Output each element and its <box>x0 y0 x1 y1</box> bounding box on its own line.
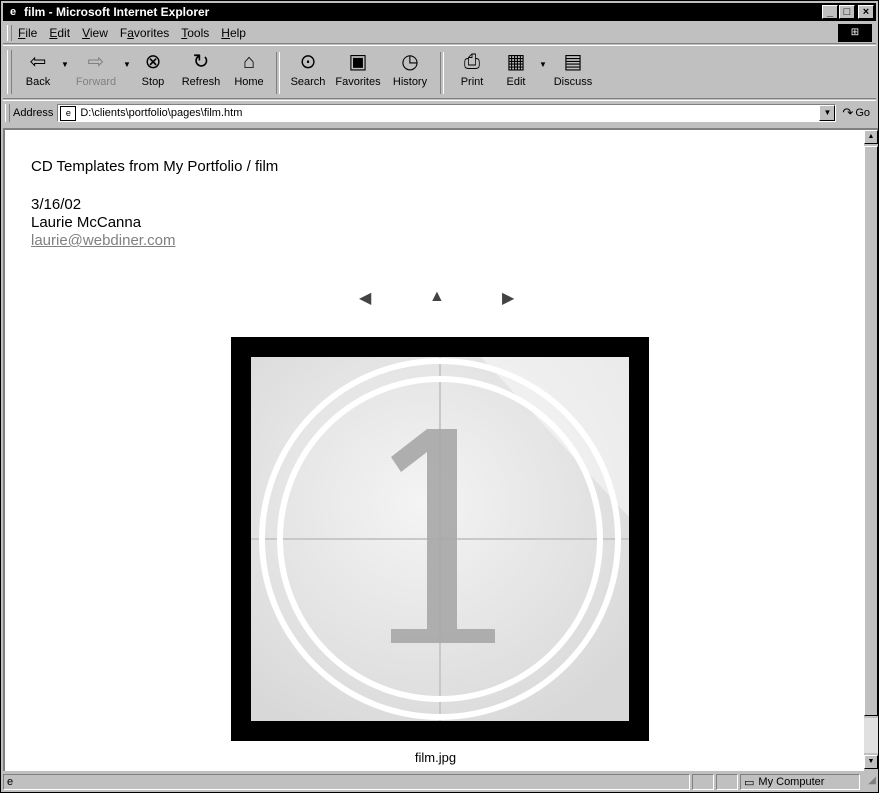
edit-dropdown-icon[interactable]: ▼ <box>538 60 548 69</box>
page-content: CD Templates from My Portfolio / film 3/… <box>3 128 864 771</box>
security-zone: ▭ My Computer <box>740 774 860 790</box>
history-button[interactable]: ◷ History <box>386 46 434 94</box>
page-heading: CD Templates from My Portfolio / film <box>31 158 279 175</box>
stop-icon: ⊗ <box>144 51 162 73</box>
menu-favorites[interactable]: Favorites <box>120 26 169 40</box>
search-icon: ⊙ <box>299 51 317 73</box>
maximize-button[interactable]: □ <box>839 5 855 19</box>
address-value: D:\clients\portfolio\pages\film.htm <box>80 107 243 119</box>
scroll-thumb[interactable] <box>864 146 878 716</box>
menu-tools[interactable]: Tools <box>181 26 209 40</box>
page-text: CD Templates from My Portfolio / film 3/… <box>31 158 278 250</box>
forward-arrow-icon: ⇨ <box>87 51 105 73</box>
window-title: film - Microsoft Internet Explorer <box>24 5 210 19</box>
title-bar: e film - Microsoft Internet Explorer _ □… <box>3 3 876 21</box>
page-date: 3/16/02 <box>31 196 82 213</box>
address-input[interactable]: e D:\clients\portfolio\pages\film.htm ▼ <box>57 104 837 122</box>
home-icon: ⌂ <box>242 51 256 73</box>
image-caption: film.jpg <box>414 750 457 765</box>
refresh-icon: ↻ <box>192 51 210 73</box>
address-dropdown-icon[interactable]: ▼ <box>819 105 836 121</box>
page-icon: e <box>60 105 77 121</box>
go-button[interactable]: ↷ Go <box>842 105 870 121</box>
email-link[interactable]: laurie@webdiner.com <box>31 232 175 249</box>
page-status-icon: e <box>7 776 14 788</box>
previous-arrow-icon[interactable]: ◀ <box>359 288 371 308</box>
computer-icon: ▭ <box>744 776 755 789</box>
search-button[interactable]: ⊙ Search <box>286 46 330 94</box>
status-pane <box>716 774 738 790</box>
minimize-button[interactable]: _ <box>822 5 838 19</box>
back-button[interactable]: ⇦ Back <box>16 46 60 94</box>
vertical-scrollbar[interactable]: ▲ ▼ <box>864 128 878 771</box>
next-arrow-icon[interactable]: ▶ <box>502 288 514 308</box>
menu-edit[interactable]: Edit <box>49 26 70 40</box>
home-button[interactable]: ⌂ Home <box>228 46 270 94</box>
windows-logo-icon: ⊞ <box>838 24 872 42</box>
resize-grip-icon[interactable]: ◢ <box>862 775 876 789</box>
go-arrow-icon: ↷ <box>842 105 854 120</box>
toolbar-separator <box>276 52 280 94</box>
back-dropdown-icon[interactable]: ▼ <box>60 60 70 69</box>
ie-page-icon: e <box>9 6 17 18</box>
page-author: Laurie McCanna <box>31 214 142 231</box>
film-image <box>231 337 649 741</box>
refresh-button[interactable]: ↻ Refresh <box>174 46 228 94</box>
menu-bar: File Edit View Favorites Tools Help ⊞ <box>3 23 876 44</box>
standard-toolbar: ⇦ Back ▼ ⇨ Forward ▼ ⊗ Stop ↻ Refresh ⌂ … <box>3 45 876 99</box>
discuss-button[interactable]: ▤ Discuss <box>548 46 598 94</box>
menu-help[interactable]: Help <box>221 26 246 40</box>
favorites-folder-icon: ▣ <box>348 51 368 73</box>
slide-navigation: ◀ ▲ ▶ <box>359 288 519 308</box>
status-text: e <box>3 774 690 790</box>
address-bar: Address e D:\clients\portfolio\pages\fil… <box>3 100 876 125</box>
close-button[interactable]: × <box>858 5 874 19</box>
address-label: Address <box>13 107 54 119</box>
menu-grip <box>7 25 12 41</box>
scroll-down-icon[interactable]: ▼ <box>864 755 878 769</box>
forward-dropdown-icon[interactable]: ▼ <box>122 60 132 69</box>
status-pane <box>692 774 714 790</box>
home-arrow-icon[interactable]: ▲ <box>429 288 445 306</box>
status-bar: e ▭ My Computer ◢ <box>3 773 876 791</box>
stop-button[interactable]: ⊗ Stop <box>132 46 174 94</box>
history-icon: ◷ <box>401 51 419 73</box>
printer-icon: ⎙ <box>464 51 480 73</box>
scroll-track[interactable] <box>864 718 878 753</box>
toolbar-separator <box>440 52 444 94</box>
menu-file[interactable]: File <box>18 26 37 40</box>
discuss-icon: ▤ <box>563 51 583 73</box>
forward-button[interactable]: ⇨ Forward <box>70 46 122 94</box>
print-button[interactable]: ⎙ Print <box>450 46 494 94</box>
toolbar-grip <box>7 50 12 94</box>
word-document-icon: ▦ <box>506 51 526 73</box>
address-grip <box>5 104 10 122</box>
film-leader-graphic <box>251 357 629 721</box>
favorites-button[interactable]: ▣ Favorites <box>330 46 386 94</box>
browser-window: e film - Microsoft Internet Explorer _ □… <box>0 0 879 793</box>
edit-button[interactable]: ▦ Edit <box>494 46 538 94</box>
menu-view[interactable]: View <box>82 26 108 40</box>
scroll-up-icon[interactable]: ▲ <box>864 130 878 144</box>
back-arrow-icon: ⇦ <box>29 51 47 73</box>
